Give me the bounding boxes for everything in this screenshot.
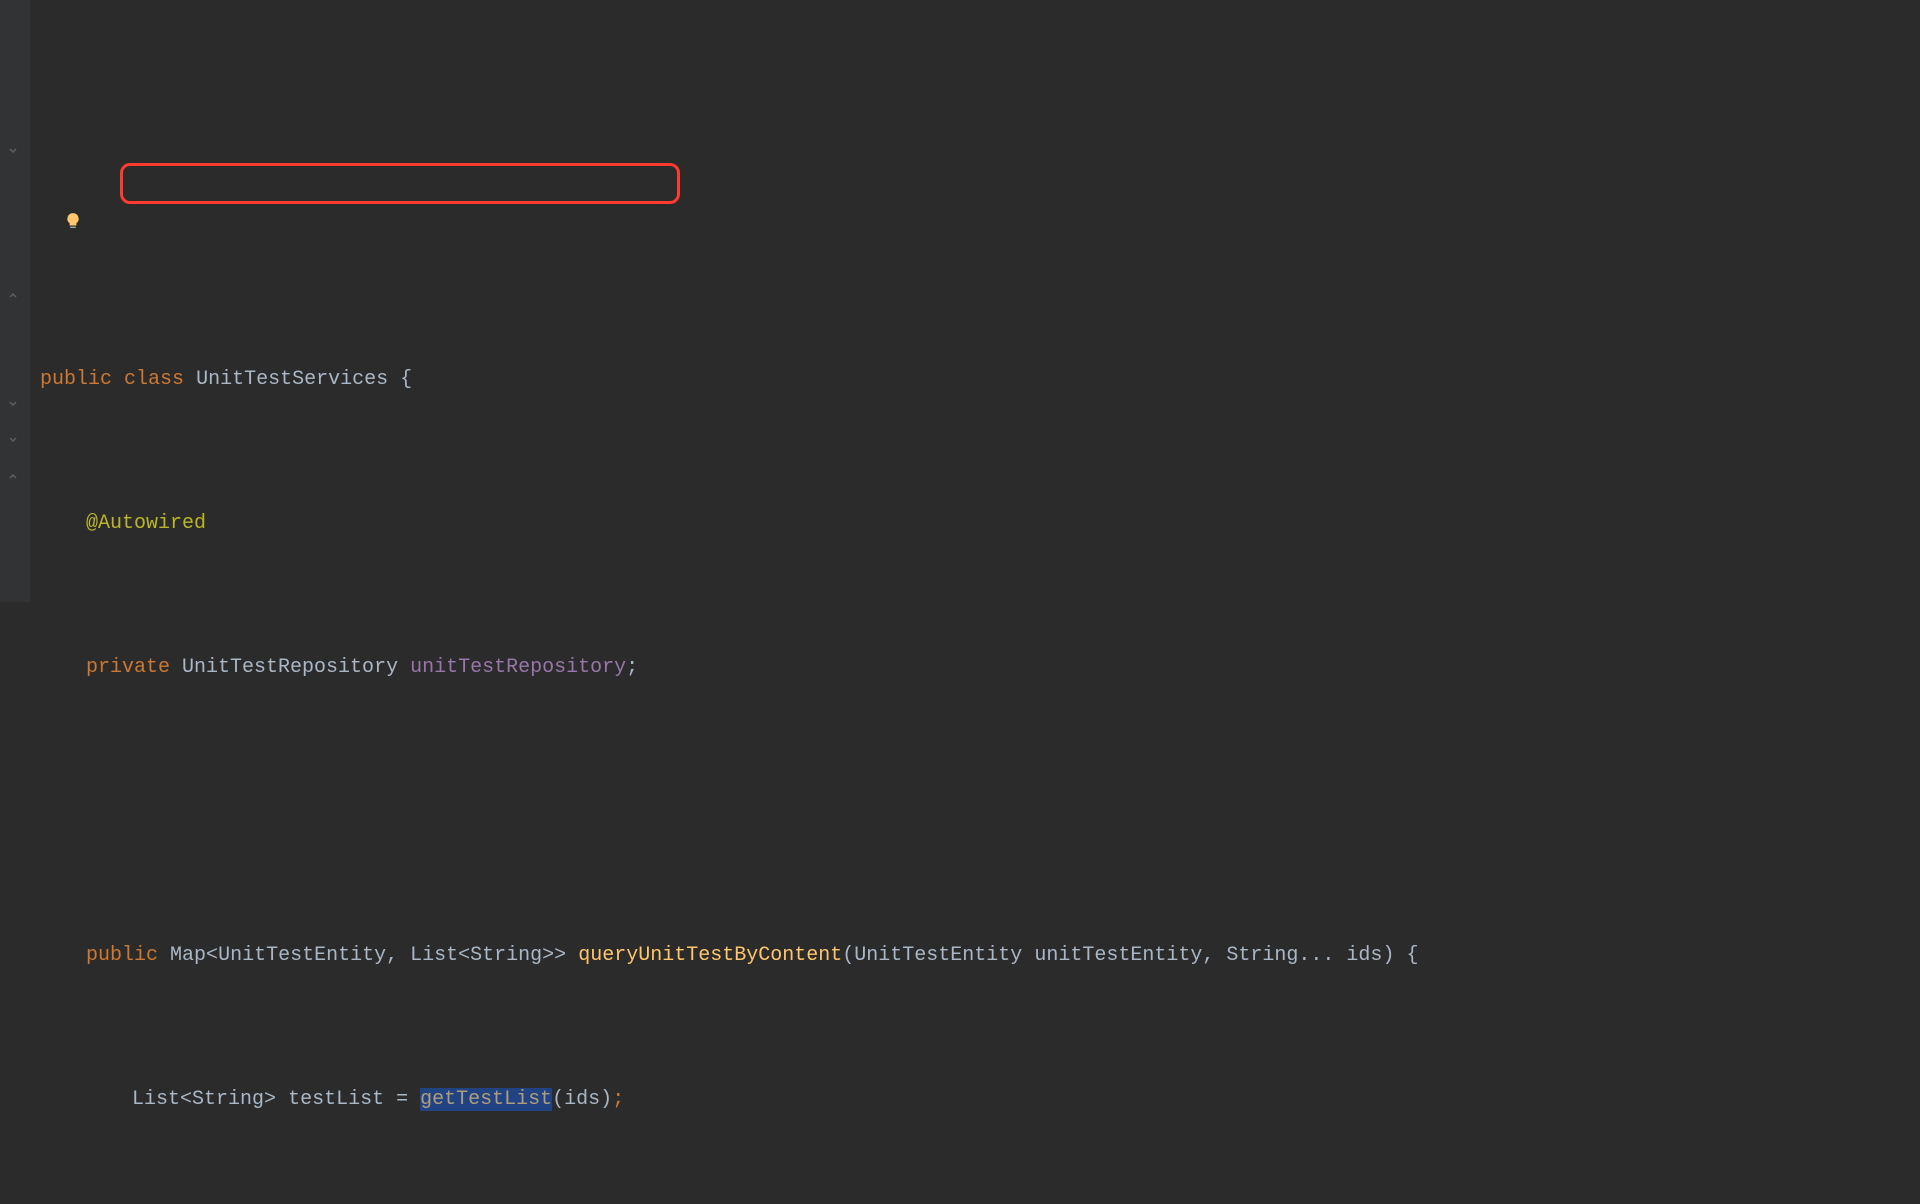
brace: { [1394,944,1418,967]
keyword-public: public [86,944,158,967]
code-line-blank[interactable] [40,794,1920,830]
type-name: List [410,944,458,967]
annotation-highlight-box [120,163,680,204]
equals: = [384,1088,420,1111]
type-name: UnitTestRepository [182,656,398,679]
keyword-public: public [40,368,112,391]
semicolon: ; [612,1088,624,1111]
gutter-fold-icon[interactable] [6,289,20,303]
annotation: @Autowired [86,512,206,535]
angle-bracket: >> [542,944,566,967]
type-name: UnitTestEntity [854,944,1022,967]
comma: , [1202,944,1214,967]
semicolon: ; [626,656,638,679]
paren: ( [842,944,854,967]
code-line[interactable]: List<String> testList = getTestList(ids)… [40,1082,1920,1118]
method-call-selected: getTestList [420,1088,552,1111]
method-name: queryUnitTestByContent [578,944,842,967]
code-editor[interactable]: public class UnitTestServices { @Autowir… [0,288,1920,1204]
field-name: unitTestRepository [410,656,626,679]
type-name: String [470,944,542,967]
editor-gutter[interactable] [0,0,30,602]
code-line[interactable]: private UnitTestRepository unitTestRepos… [40,650,1920,686]
type-name: String [192,1088,264,1111]
param-name: ids [1346,944,1382,967]
intention-bulb-icon[interactable] [40,172,60,192]
comma: , [386,944,398,967]
type-name: UnitTestEntity [218,944,386,967]
paren: ) [600,1088,612,1111]
type-map: Map [170,944,206,967]
keyword-class: class [124,368,184,391]
gutter-fold-icon[interactable] [6,433,20,447]
gutter-fold-icon[interactable] [6,397,20,411]
gutter-fold-icon[interactable] [6,470,20,484]
gutter-fold-icon[interactable] [6,144,20,158]
code-line[interactable]: public class UnitTestServices { [40,362,1920,398]
brace: { [388,368,412,391]
arg-name: ids [564,1088,600,1111]
angle-bracket: < [180,1088,192,1111]
keyword-private: private [86,656,170,679]
angle-bracket: < [206,944,218,967]
type-name: List [132,1088,180,1111]
vararg: ... [1298,944,1334,967]
param-name: unitTestEntity [1034,944,1202,967]
var-name: testList [288,1088,384,1111]
angle-bracket: < [458,944,470,967]
code-line[interactable]: public Map<UnitTestEntity, List<String>>… [40,938,1920,974]
angle-bracket: > [264,1088,276,1111]
type-name: String [1226,944,1298,967]
code-line[interactable]: @Autowired [40,506,1920,542]
class-name: UnitTestServices [196,368,388,391]
paren: ( [552,1088,564,1111]
paren: ) [1382,944,1394,967]
